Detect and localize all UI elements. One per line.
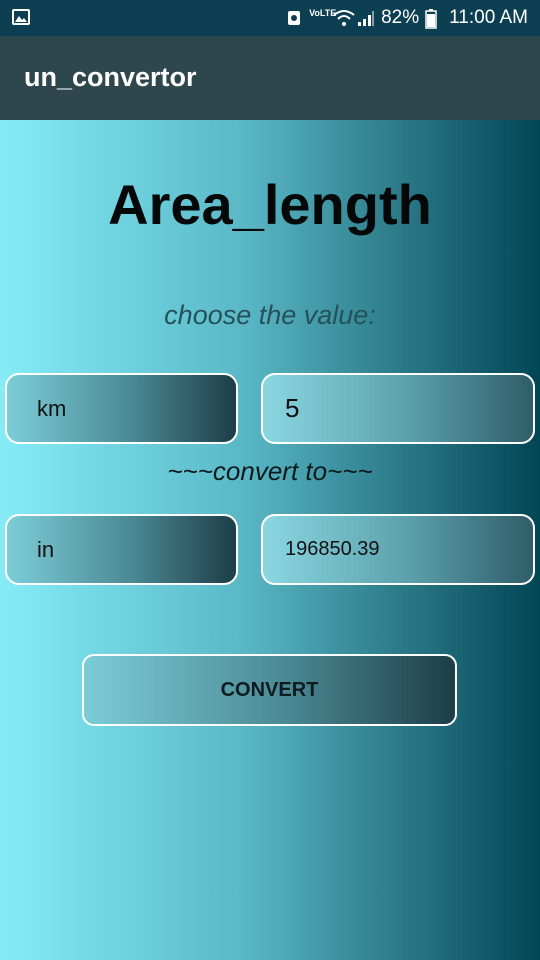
sync-icon	[285, 9, 303, 27]
clock: 11:00 AM	[449, 7, 528, 28]
wifi-icon	[333, 9, 355, 27]
result-value: 196850.39	[285, 538, 380, 560]
from-unit-dropdown[interactable]: km	[5, 373, 238, 444]
from-value-text: 5	[285, 393, 300, 423]
battery-icon	[425, 9, 443, 29]
status-bar: VoLTE 82% 11:00 AM	[0, 0, 540, 36]
image-icon	[12, 9, 30, 25]
from-value-input[interactable]: 5	[261, 373, 535, 444]
page-title: Area_length	[108, 173, 432, 236]
convert-button[interactable]: CONVERT	[82, 654, 457, 726]
result-field[interactable]: 196850.39	[261, 514, 535, 585]
app-title: un_convertor	[24, 62, 197, 92]
volte-label: VoLTE	[309, 8, 337, 18]
convert-to-label: ~~~convert to~~~	[167, 456, 373, 486]
choose-value-label: choose the value:	[164, 300, 376, 330]
signal-icon	[357, 9, 375, 27]
from-unit-value: km	[37, 395, 67, 421]
to-unit-value: in	[37, 536, 55, 562]
battery-percent: 82%	[381, 7, 420, 28]
app-bar: un_convertor	[0, 36, 540, 120]
converter-screen: Area_length choose the value: km 5 ~~~co…	[0, 120, 540, 960]
to-unit-dropdown[interactable]: in	[5, 514, 238, 585]
convert-button-label: CONVERT	[220, 678, 319, 701]
